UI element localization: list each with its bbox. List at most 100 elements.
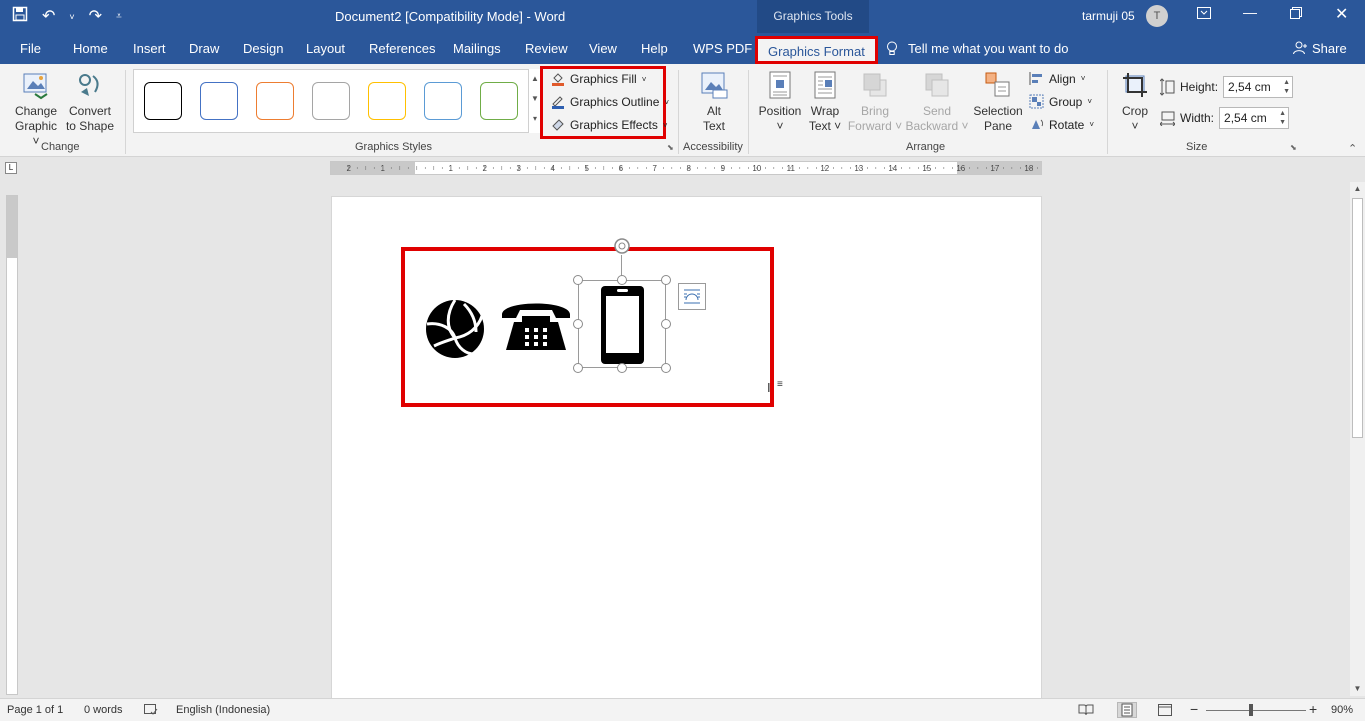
tab-layout[interactable]: Layout — [306, 41, 345, 56]
resize-handle[interactable] — [573, 275, 583, 285]
group-label-arrange: Arrange — [906, 141, 946, 153]
width-input[interactable]: 2,54 cm ▲ ▼ — [1219, 107, 1290, 129]
style-swatch-2[interactable] — [200, 82, 238, 120]
vertical-scrollbar[interactable]: ▲ ▼ — [1350, 182, 1365, 696]
tab-mailings[interactable]: Mailings — [453, 41, 501, 56]
language[interactable]: English (Indonesia) — [176, 704, 270, 716]
convert-to-shape-button[interactable]: Convert to Shape — [64, 70, 116, 134]
ribbon-display-options-icon[interactable] — [1197, 6, 1211, 22]
tab-view[interactable]: View — [589, 41, 617, 56]
restore-icon[interactable] — [1290, 6, 1302, 22]
zoom-slider-thumb[interactable] — [1249, 704, 1253, 716]
resize-handle[interactable] — [661, 319, 671, 329]
convert-to-shape-label-1: Convert — [68, 104, 112, 118]
tab-insert[interactable]: Insert — [133, 41, 166, 56]
vertical-ruler[interactable] — [6, 195, 18, 695]
group-label-accessibility: Accessibility — [683, 141, 743, 153]
resize-handle[interactable] — [661, 363, 671, 373]
send-backward-button[interactable]: Send Backward ˅ — [905, 70, 969, 134]
separator — [1107, 70, 1108, 154]
align-button[interactable]: Align ˅ — [1029, 71, 1085, 86]
volleyball-icon[interactable] — [424, 298, 486, 360]
print-layout-icon[interactable] — [1117, 702, 1137, 718]
crop-button[interactable]: Crop ˅ — [1117, 70, 1153, 134]
tab-file[interactable]: File — [20, 41, 41, 56]
resize-handle[interactable] — [617, 275, 627, 285]
scroll-thumb[interactable] — [1352, 198, 1363, 438]
tab-home[interactable]: Home — [73, 41, 108, 56]
align-icon — [1029, 72, 1042, 85]
zoom-level[interactable]: 90% — [1331, 704, 1353, 716]
zoom-out-icon[interactable]: − — [1190, 701, 1198, 717]
page-count[interactable]: Page 1 of 1 — [7, 704, 63, 716]
rotate-icon — [1032, 119, 1044, 129]
resize-handle[interactable] — [617, 363, 627, 373]
redo-icon[interactable]: ↷ — [89, 7, 102, 27]
zoom-in-icon[interactable]: + — [1309, 701, 1317, 717]
resize-handle[interactable] — [573, 363, 583, 373]
position-button[interactable]: Position ˅ — [756, 70, 804, 134]
wrap-text-button[interactable]: Wrap Text ˅ — [805, 70, 845, 134]
graphics-effects-button[interactable]: Graphics Effects ˅ — [551, 118, 668, 132]
size-dialog-launcher-icon[interactable]: ⬊ — [1290, 143, 1297, 152]
scroll-up-icon[interactable]: ▲ — [1350, 184, 1365, 193]
graphics-fill-button[interactable]: Graphics Fill ˅ — [551, 72, 646, 86]
style-swatch-4[interactable] — [312, 82, 350, 120]
tab-draw[interactable]: Draw — [189, 41, 219, 56]
width-control: Width: 2,54 cm ▲ ▼ — [1160, 107, 1290, 129]
bring-forward-button[interactable]: Bring Forward ˅ — [846, 70, 904, 134]
separator — [748, 70, 749, 154]
dialog-launcher-icon[interactable]: ⬊ — [667, 143, 674, 152]
user-name[interactable]: tarmuji 05 — [1082, 9, 1135, 23]
resize-handle[interactable] — [661, 275, 671, 285]
share-button[interactable]: Share — [1293, 41, 1347, 58]
tab-help[interactable]: Help — [641, 41, 668, 56]
close-icon[interactable]: ✕ — [1335, 4, 1348, 24]
word-count[interactable]: 0 words — [84, 704, 123, 716]
horizontal-ruler[interactable]: 21123456789101112131415161718 — [330, 161, 1042, 175]
web-layout-icon[interactable] — [1158, 704, 1172, 719]
zoom-slider[interactable] — [1206, 710, 1306, 711]
minimize-icon[interactable]: — — [1243, 4, 1257, 20]
style-swatch-7[interactable] — [480, 82, 518, 120]
tab-graphics-format[interactable]: Graphics Format — [755, 36, 878, 64]
collapse-ribbon-icon[interactable]: ⌃ — [1348, 142, 1357, 155]
tab-selector[interactable]: L — [5, 162, 17, 174]
spin-icon[interactable]: ▲ ▼ — [1283, 78, 1290, 96]
tab-design[interactable]: Design — [243, 41, 283, 56]
undo-icon[interactable]: ↶ — [42, 7, 55, 27]
customize-qat-icon[interactable]: ⩡ — [116, 7, 122, 27]
tab-references[interactable]: References — [369, 41, 435, 56]
group-label-size: Size — [1186, 141, 1208, 153]
style-swatch-3[interactable] — [256, 82, 294, 120]
read-mode-icon[interactable] — [1078, 704, 1094, 719]
tab-wps-pdf[interactable]: WPS PDF — [693, 41, 752, 56]
align-label: Align — [1049, 71, 1076, 86]
rotate-handle-icon[interactable] — [613, 237, 631, 255]
height-input[interactable]: 2,54 cm ▲ ▼ — [1223, 76, 1294, 98]
group-button[interactable]: Group ˅ — [1029, 94, 1092, 109]
graphics-fill-label: Graphics Fill — [570, 72, 637, 86]
rotate-button[interactable]: Rotate ˅ — [1029, 117, 1094, 132]
telephone-icon[interactable] — [500, 296, 572, 352]
status-bar: Page 1 of 1 0 words English (Indonesia) … — [0, 698, 1365, 721]
style-swatch-1[interactable] — [144, 82, 182, 120]
alt-text-button[interactable]: Alt Text — [694, 70, 734, 134]
spin-icon[interactable]: ▲ ▼ — [1279, 109, 1286, 127]
scroll-down-icon[interactable]: ▼ — [1350, 684, 1365, 693]
change-graphic-button[interactable]: Change Graphic ˅ — [10, 70, 62, 149]
tab-review[interactable]: Review — [525, 41, 568, 56]
resize-handle[interactable] — [573, 319, 583, 329]
style-swatch-6[interactable] — [424, 82, 462, 120]
avatar[interactable]: T — [1146, 5, 1168, 27]
wrap-text-label-1: Wrap — [810, 104, 840, 118]
graphics-outline-button[interactable]: Graphics Outline ˅ — [551, 95, 669, 109]
selection-pane-button[interactable]: Selection Pane — [971, 70, 1025, 134]
proofing-icon[interactable] — [144, 704, 158, 719]
document-title: Document2 [Compatibility Mode] - Word — [335, 9, 566, 24]
layout-options-button[interactable] — [678, 283, 706, 310]
save-icon[interactable] — [12, 6, 28, 28]
tell-me-search[interactable]: Tell me what you want to do — [886, 41, 1068, 59]
undo-dropdown-icon[interactable]: ˅ — [69, 7, 74, 27]
style-swatch-5[interactable] — [368, 82, 406, 120]
